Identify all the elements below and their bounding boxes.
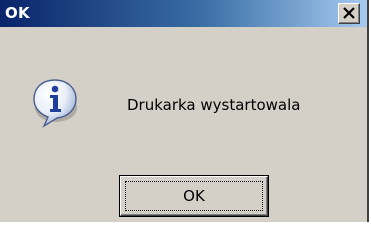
message-dialog: OK Drukarka wystartowala OK [0, 0, 369, 222]
dialog-title: OK [5, 4, 30, 22]
info-icon [33, 79, 77, 128]
dialog-titlebar[interactable]: OK [0, 0, 367, 27]
close-icon [343, 7, 355, 19]
close-button[interactable] [338, 3, 360, 24]
dialog-message: Drukarka wystartowala [127, 96, 301, 114]
ok-button-label: OK [183, 187, 205, 205]
ok-button[interactable]: OK [119, 175, 269, 217]
